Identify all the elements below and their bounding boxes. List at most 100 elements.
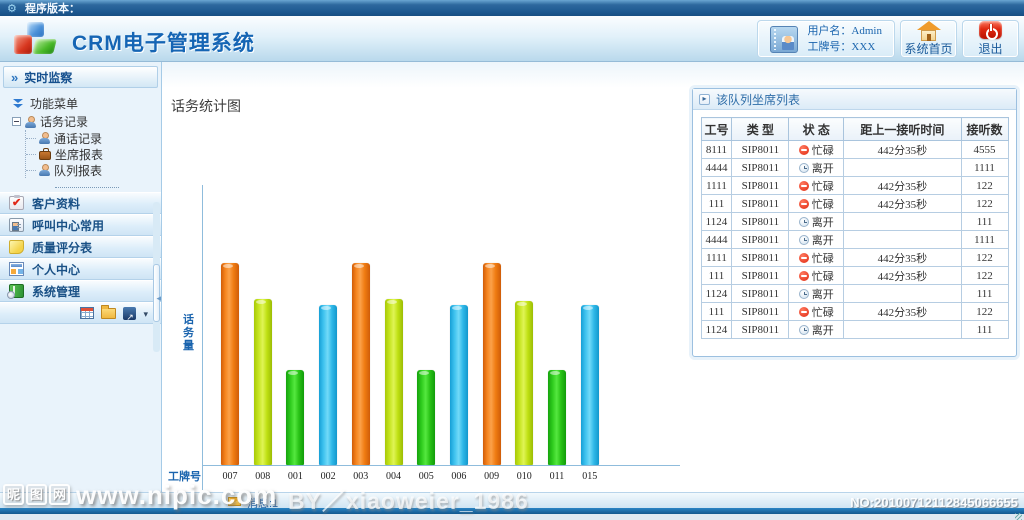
cell-answered: 111 <box>961 213 1008 231</box>
user-info-panel: 用户名：Admin 工牌号：XXX <box>757 20 895 58</box>
agent-row: 8111SIP8011忙碌442分35秒4555 <box>701 141 1008 159</box>
cell-agent-id: 1111 <box>701 249 732 267</box>
header-right: 用户名：Admin 工牌号：XXX 系统首页 退出 <box>757 20 1019 58</box>
sidebar-item-label: 质量评分表 <box>32 239 92 256</box>
cell-last-answer <box>844 285 961 303</box>
cell-agent-id: 111 <box>701 267 732 285</box>
agent-row: 4444SIP8011离开1111 <box>701 231 1008 249</box>
dotted-separator <box>55 187 119 188</box>
folder-icon[interactable] <box>101 308 116 319</box>
tree-item-agent-report[interactable]: 坐席报表 <box>26 146 161 162</box>
sidebar-item-call-center-common[interactable]: 呼叫中心常用 <box>0 214 161 236</box>
cell-status: 离开 <box>789 213 844 231</box>
cube-red <box>14 35 32 54</box>
tree-group-label: 话务记录 <box>40 113 88 130</box>
sidebar-item-system-admin[interactable]: 系统管理 <box>0 280 161 302</box>
logout-button[interactable]: 退出 <box>962 20 1019 58</box>
sidebar-header-realtime-monitor[interactable]: 实时监察 <box>3 66 158 88</box>
agent-row: 111SIP8011忙碌442分35秒122 <box>701 195 1008 213</box>
tree-item-queue-report[interactable]: 队列报表 <box>26 162 161 178</box>
bar-category-label: 015 <box>570 471 610 482</box>
calendar-grid-icon[interactable] <box>80 307 94 319</box>
busy-icon <box>799 181 809 191</box>
cube-green <box>32 39 57 54</box>
cell-answered: 122 <box>961 249 1008 267</box>
cell-last-answer: 442分35秒 <box>844 267 961 285</box>
cell-last-answer: 442分35秒 <box>844 195 961 213</box>
cell-status: 忙碌 <box>789 177 844 195</box>
y-axis-label: 话务量 <box>182 314 195 353</box>
cell-agent-id: 8111 <box>701 141 732 159</box>
cell-type: SIP8011 <box>732 321 789 339</box>
away-icon <box>799 289 809 299</box>
cell-agent-id: 1111 <box>701 177 732 195</box>
cell-agent-id: 111 <box>701 303 732 321</box>
cell-last-answer: 442分35秒 <box>844 303 961 321</box>
cell-answered: 111 <box>961 321 1008 339</box>
bottom-edge <box>0 514 1024 520</box>
cell-status: 忙碌 <box>789 195 844 213</box>
bar-006 <box>450 305 468 465</box>
agent-row: 4444SIP8011离开1111 <box>701 159 1008 177</box>
cell-status: 忙碌 <box>789 141 844 159</box>
user-name: 用户名：Admin <box>807 23 882 39</box>
status-bar: 消息:1 <box>0 492 1024 508</box>
sidebar-item-label: 个人中心 <box>32 261 80 278</box>
user-badge: 工牌号：XXX <box>807 39 882 55</box>
cell-type: SIP8011 <box>732 267 789 285</box>
sidebar-accordion: 客户资料呼叫中心常用质量评分表个人中心系统管理 <box>0 192 161 302</box>
cell-status: 忙碌 <box>789 303 844 321</box>
bar-009 <box>483 263 501 465</box>
tree-group-call-records[interactable]: 话务记录 <box>12 113 161 130</box>
sidebar-item-customer-info[interactable]: 客户资料 <box>0 192 161 214</box>
bar-005 <box>417 370 435 465</box>
busy-icon <box>799 145 809 155</box>
caret-down-icon[interactable] <box>143 304 148 322</box>
envelope-icon[interactable] <box>228 497 241 506</box>
home-roof <box>917 21 941 30</box>
resize-grip-icon[interactable] <box>1015 513 1022 520</box>
expand-arrow-icon[interactable] <box>699 94 710 105</box>
busy-icon <box>799 199 809 209</box>
cell-answered: 122 <box>961 303 1008 321</box>
app-header: CRM电子管理系统 用户名：Admin 工牌号：XXX 系统首页 退出 <box>0 16 1024 62</box>
agent-row: 1111SIP8011忙碌442分35秒122 <box>701 177 1008 195</box>
sidebar-item-quality-score-sheet[interactable]: 质量评分表 <box>0 236 161 258</box>
logout-button-label: 退出 <box>978 40 1002 57</box>
cell-last-answer <box>844 159 961 177</box>
agent-row: 111SIP8011忙碌442分35秒122 <box>701 267 1008 285</box>
agent-row: 1111SIP8011忙碌442分35秒122 <box>701 249 1008 267</box>
column-header: 接听数 <box>961 118 1008 141</box>
queue-panel-title: 该队列坐席列表 <box>716 91 800 108</box>
briefcase-icon <box>39 151 51 160</box>
cell-type: SIP8011 <box>732 159 789 177</box>
busy-icon <box>799 307 809 317</box>
cell-type: SIP8011 <box>732 285 789 303</box>
tree-item-call-log[interactable]: 通话记录 <box>26 130 161 146</box>
cell-agent-id: 1124 <box>701 285 732 303</box>
sidebar-item-personal-center[interactable]: 个人中心 <box>0 258 161 280</box>
tree-root-function-menu[interactable]: 功能菜单 <box>12 95 161 112</box>
busy-icon <box>799 271 809 281</box>
note-icon <box>9 240 24 254</box>
collapse-minus-icon[interactable] <box>12 117 21 126</box>
cell-last-answer: 442分35秒 <box>844 177 961 195</box>
collapse-left-icon[interactable] <box>156 288 161 306</box>
cell-status: 离开 <box>789 231 844 249</box>
bar-008 <box>254 299 272 465</box>
cell-agent-id: 4444 <box>701 231 732 249</box>
away-icon <box>799 163 809 173</box>
sidebar-scrollbar[interactable] <box>153 202 160 352</box>
sidebar: 实时监察 功能菜单 话务记录 通话记录坐席报表队列报表 客户资料呼叫中心常用质量… <box>0 62 162 492</box>
page-title: 话务统计图 <box>171 96 241 116</box>
column-header: 距上一接听时间 <box>844 118 961 141</box>
book-icon <box>9 284 24 298</box>
cell-agent-id: 1124 <box>701 213 732 231</box>
cell-answered: 1111 <box>961 159 1008 177</box>
cell-last-answer <box>844 213 961 231</box>
launch-arrow-icon[interactable] <box>123 307 136 320</box>
cell-last-answer <box>844 231 961 249</box>
cell-type: SIP8011 <box>732 213 789 231</box>
home-button[interactable]: 系统首页 <box>900 20 957 58</box>
bar-011 <box>548 370 566 465</box>
